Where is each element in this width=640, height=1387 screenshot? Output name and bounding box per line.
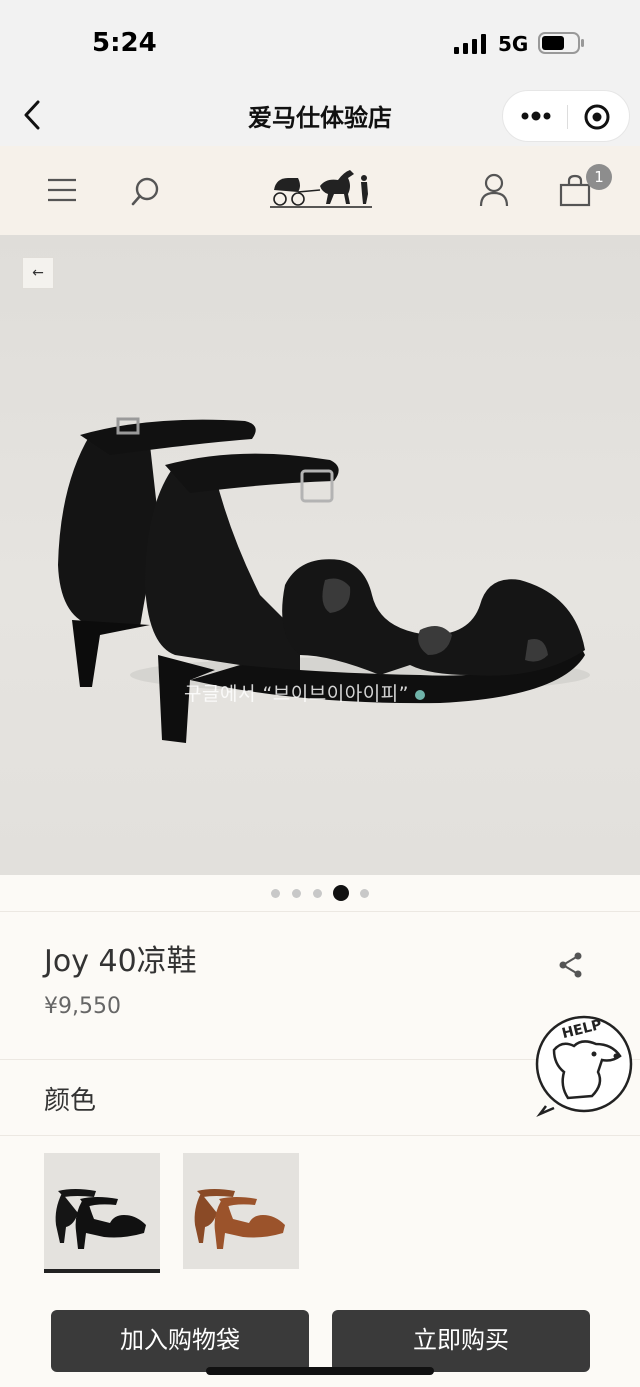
watermark-text: 구글에서 “브이브이아이피” bbox=[184, 683, 410, 705]
color-swatches bbox=[0, 1136, 640, 1286]
product-image-gallery[interactable]: ← 구글에서 “브이브이아이피” bbox=[0, 235, 640, 875]
mini-program-title-bar: 爱马仕体验店 bbox=[0, 84, 640, 146]
status-bar: 5:24 5G bbox=[0, 0, 640, 84]
color-section: 颜色 bbox=[0, 1060, 640, 1136]
gallery-dot-3[interactable] bbox=[313, 889, 322, 898]
close-mini-program-icon[interactable] bbox=[583, 103, 611, 131]
gallery-dot-1[interactable] bbox=[271, 889, 280, 898]
status-time: 5:24 bbox=[92, 28, 157, 58]
product-image-sandal bbox=[58, 417, 590, 743]
swatch-thumbnail-brown bbox=[194, 1189, 285, 1249]
add-to-bag-button[interactable]: 加入购物袋 bbox=[51, 1310, 309, 1372]
gallery-pagination bbox=[0, 876, 640, 912]
site-header: 1 bbox=[0, 146, 640, 235]
battery-icon bbox=[538, 32, 584, 54]
capsule-menu bbox=[502, 90, 630, 142]
more-dots-icon[interactable] bbox=[519, 107, 553, 125]
share-icon[interactable] bbox=[556, 950, 586, 980]
color-swatch-black[interactable] bbox=[44, 1153, 160, 1273]
color-swatch-brown[interactable] bbox=[183, 1153, 299, 1269]
capsule-divider bbox=[567, 105, 568, 129]
buy-now-button[interactable]: 立即购买 bbox=[332, 1310, 590, 1372]
hamburger-menu-icon[interactable] bbox=[46, 176, 78, 204]
gallery-dot-4-active[interactable] bbox=[333, 885, 349, 901]
product-price: ¥9,550 bbox=[44, 994, 121, 1019]
bottom-action-bar: 加入购物袋 立即购买 bbox=[0, 1286, 640, 1387]
swatch-thumbnail-black bbox=[55, 1189, 146, 1249]
color-label: 颜色 bbox=[44, 1086, 97, 1116]
gallery-dot-2[interactable] bbox=[292, 889, 301, 898]
brand-logo[interactable] bbox=[268, 164, 374, 210]
cart-count-badge: 1 bbox=[586, 164, 612, 190]
gallery-dot-5[interactable] bbox=[360, 889, 369, 898]
account-icon[interactable] bbox=[478, 172, 510, 208]
image-watermark: 구글에서 “브이브이아이피” bbox=[184, 679, 426, 706]
home-indicator[interactable] bbox=[206, 1367, 434, 1375]
watermark-dot bbox=[415, 689, 426, 700]
signal-icon bbox=[454, 34, 486, 54]
search-icon[interactable] bbox=[130, 176, 162, 208]
product-name: Joy 40凉鞋 bbox=[44, 944, 197, 979]
network-type: 5G bbox=[498, 32, 529, 56]
